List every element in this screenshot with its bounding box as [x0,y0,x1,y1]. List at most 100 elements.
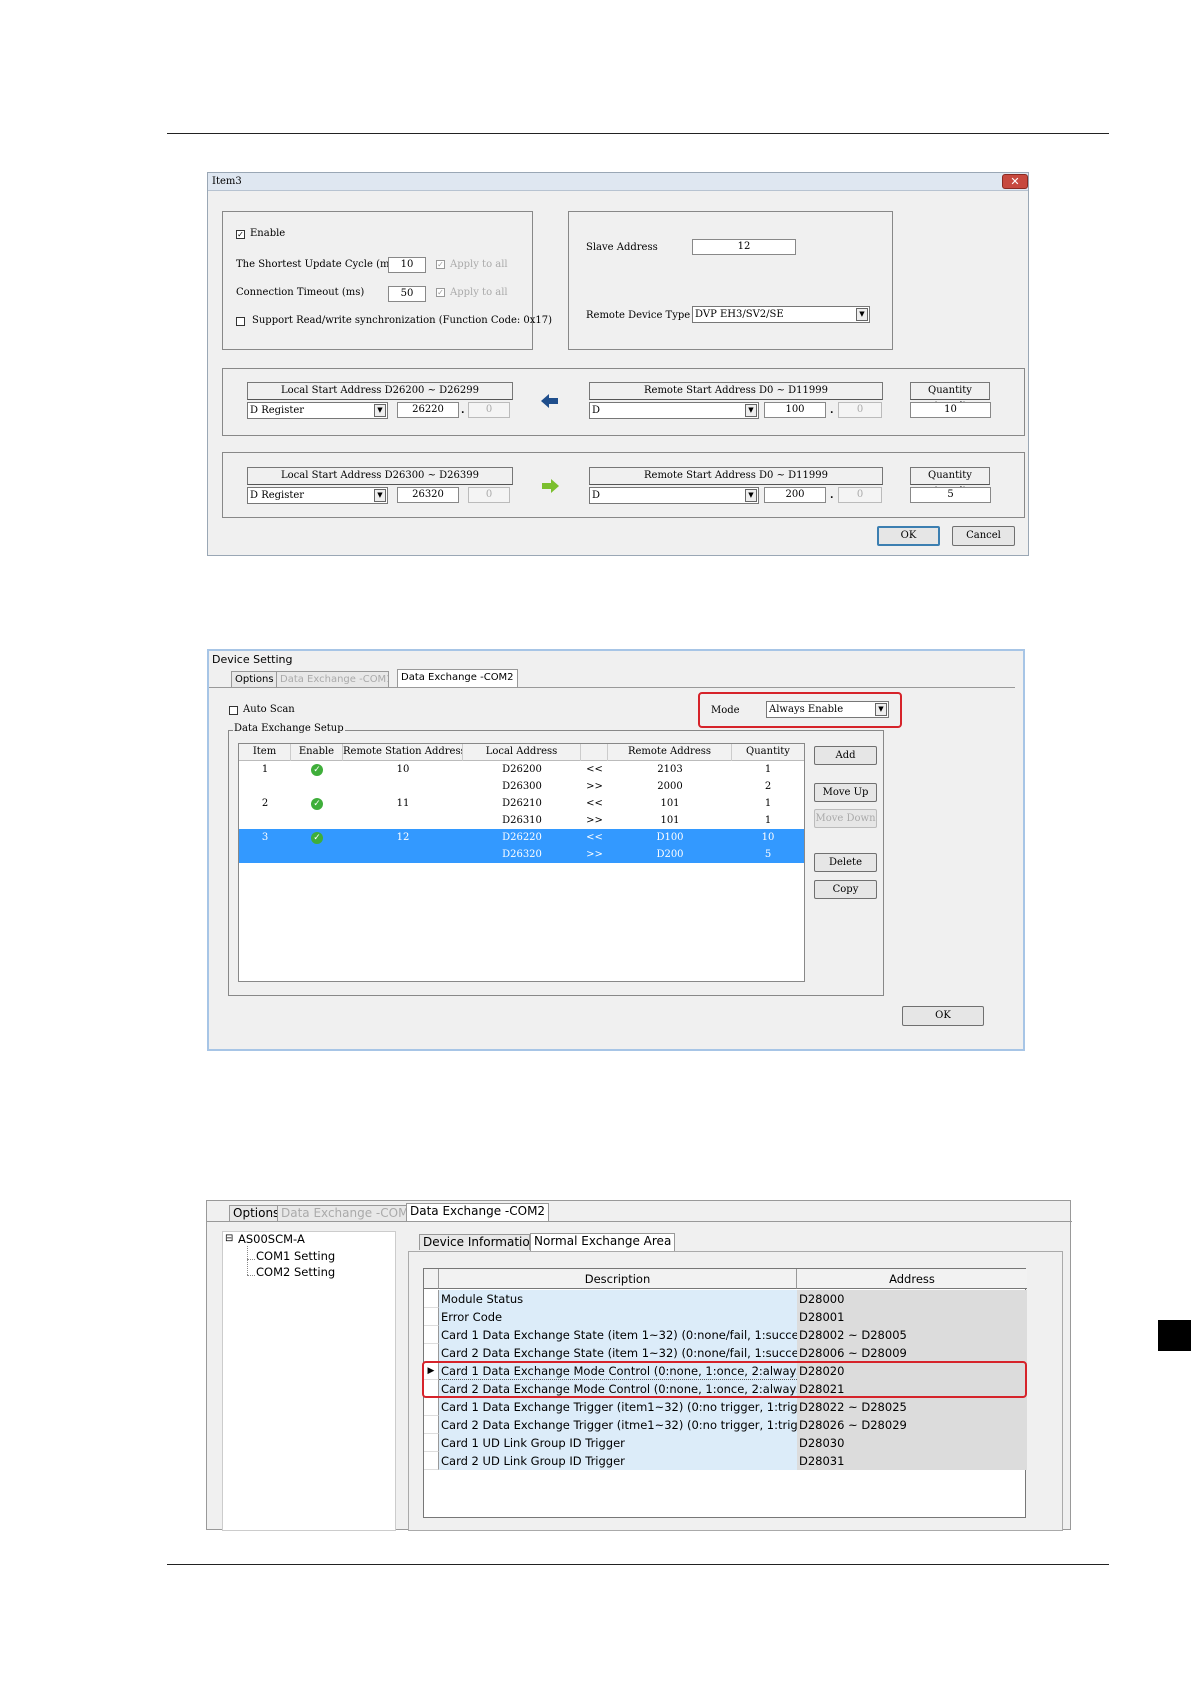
tree-root-node[interactable]: AS00SCM-A [238,1232,305,1246]
add-button[interactable]: Add [814,746,877,765]
remote-type-select[interactable]: DVP EH3/SV2/SE ▼ [692,306,870,323]
footer-rule [167,1564,1109,1565]
table-row[interactable]: 1 ✓ 10 D26200 << 2103 1 [239,761,804,778]
sync-checkbox[interactable] [236,317,245,326]
remote-addr-input-2[interactable]: 200 [764,487,826,503]
local-type-value-1: D Register [250,405,305,416]
tab-data-exchange-com2[interactable]: Data Exchange -COM2 [406,1203,550,1221]
move-down-button[interactable]: Move Down [814,809,877,828]
tree-collapse-icon[interactable]: ⊟ [225,1233,233,1244]
table-row[interactable]: Card 1 UD Link Group ID Trigger D28030 [424,1434,1027,1452]
row-selector[interactable] [424,1326,439,1344]
table-row[interactable]: D26320 >> D200 5 [239,846,804,863]
chevron-down-icon[interactable]: ▼ [374,404,386,417]
remote-type-label: Remote Device Type [586,310,691,321]
local-addr-input-1[interactable]: 26220 [397,402,459,418]
col-local-address: Local Address [463,744,581,761]
enable-cell: ✓ [291,795,343,812]
enable-checkbox[interactable]: ✓ [236,230,245,239]
tree-com1-setting[interactable]: COM1 Setting [256,1249,335,1263]
tab-normal-exchange-area[interactable]: Normal Exchange Area [530,1233,676,1251]
chevron-down-icon[interactable]: ▼ [374,489,386,502]
delete-button[interactable]: Delete [814,853,877,872]
row-selector[interactable] [424,1308,439,1326]
cell-item: 1 [261,764,269,775]
qty-input-2[interactable]: 5 [910,487,991,503]
cell-item: 3 [261,832,269,843]
cell-remote: D200 [656,849,684,860]
remote-type-value-2: D [592,490,601,501]
cell-address: D28026 ~ D28029 [797,1416,1027,1434]
tab-device-information[interactable]: Device Informatio [419,1234,530,1250]
apply-all-checkbox-1[interactable]: ✓ [436,260,445,269]
table-row[interactable]: D26300 >> 2000 2 [239,778,804,795]
cell-qty: 1 [764,764,772,775]
row-selector[interactable] [424,1416,439,1434]
cell-local: D26300 [502,781,542,792]
remote-addr-input-1[interactable]: 100 [764,402,826,418]
cell-address: D28002 ~ D28005 [797,1326,1027,1344]
remote-type-select-2[interactable]: D ▼ [589,487,759,504]
update-cycle-label: The Shortest Update Cycle (ms) [236,259,399,270]
local-bit-input-1[interactable]: 0 [468,402,510,418]
apply-all-checkbox-2[interactable]: ✓ [436,288,445,297]
auto-scan-checkbox[interactable] [229,706,238,715]
table-row[interactable]: Card 2 Data Exchange Trigger (itme1~32) … [424,1416,1027,1434]
mode-select[interactable]: Always Enable ▼ [766,701,889,718]
remote-header-2: Remote Start Address D0 ~ D11999 [589,467,883,485]
table-row[interactable]: Card 2 UD Link Group ID Trigger D28031 [424,1452,1027,1470]
qty-input-1[interactable]: 10 [910,402,991,418]
chevron-down-icon[interactable]: ▼ [856,308,868,321]
qty-header-2: Quantity (word) [910,467,990,497]
chevron-down-icon[interactable]: ▼ [875,703,887,716]
tab-data-exchange-com1[interactable]: Data Exchange -COM1 [277,1205,421,1221]
tab-data-exchange-com1[interactable]: Data Exchange -COM1 [276,671,389,687]
cell-dir: << [586,764,603,775]
table-row[interactable]: Error Code D28001 [424,1308,1027,1326]
local-type-select-1[interactable]: D Register ▼ [247,402,388,419]
cancel-button[interactable]: Cancel [952,526,1015,546]
close-icon[interactable]: ✕ [1002,174,1028,189]
chevron-down-icon[interactable]: ▼ [745,404,757,417]
row-selector[interactable] [424,1344,439,1362]
table-row[interactable]: D26310 >> 101 1 [239,812,804,829]
table-row[interactable]: Card 1 Data Exchange Trigger (item1~32) … [424,1398,1027,1416]
row-selector[interactable] [424,1452,439,1470]
cell-station [343,778,463,795]
slave-address-input[interactable]: 12 [692,239,796,255]
table-row[interactable]: Card 1 Data Exchange State (item 1~32) (… [424,1326,1027,1344]
timeout-input[interactable]: 50 [388,286,426,302]
tab-options[interactable]: Options [229,1205,284,1221]
ok-button[interactable]: OK [877,526,940,546]
cell-local: D26320 [502,849,542,860]
local-type-select-2[interactable]: D Register ▼ [247,487,388,504]
table-row[interactable]: Module Status D28000 [424,1290,1027,1308]
local-bit-input-2[interactable]: 0 [468,487,510,503]
remote-type-select-1[interactable]: D ▼ [589,402,759,419]
enable-cell [291,846,343,863]
row-selector[interactable] [424,1398,439,1416]
local-addr-input-2[interactable]: 26320 [397,487,459,503]
table-row[interactable]: 3 ✓ 12 D26220 << D100 10 [239,829,804,846]
tab-options[interactable]: Options [231,671,278,687]
row-selector[interactable] [424,1290,439,1308]
remote-bit-input-1[interactable]: 0 [838,402,882,418]
tree-connector [247,1246,248,1275]
move-up-button[interactable]: Move Up [814,783,877,802]
col-direction [581,744,608,761]
mode-label: Mode [711,705,740,716]
tab-data-exchange-com2[interactable]: Data Exchange -COM2 [397,669,518,687]
copy-button[interactable]: Copy [814,880,877,899]
cell-dir: << [586,798,603,809]
slave-group [568,211,893,350]
ok-button[interactable]: OK [902,1006,984,1026]
row-selector[interactable] [424,1434,439,1452]
remote-bit-input-2[interactable]: 0 [838,487,882,503]
table-row[interactable]: 2 ✓ 11 D26210 << 101 1 [239,795,804,812]
chevron-down-icon[interactable]: ▼ [745,489,757,502]
col-remote-station: Remote Station Address [343,744,463,761]
col-enable: Enable [291,744,343,761]
table-row[interactable]: Card 2 Data Exchange State (item 1~32) (… [424,1344,1027,1362]
tree-com2-setting[interactable]: COM2 Setting [256,1265,335,1279]
update-cycle-input[interactable]: 10 [388,257,426,273]
